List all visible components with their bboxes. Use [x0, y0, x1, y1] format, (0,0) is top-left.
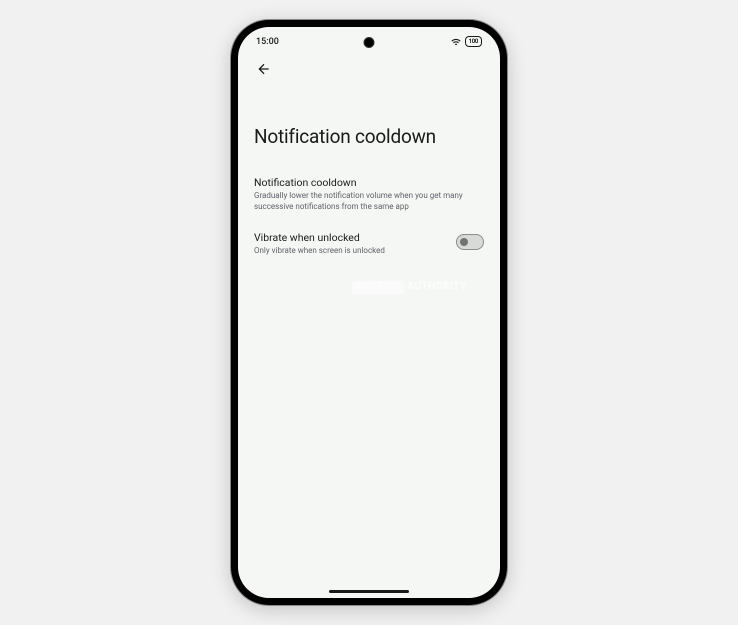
camera-notch: [364, 37, 375, 48]
status-right: 100: [451, 36, 482, 47]
vibrate-toggle[interactable]: [456, 234, 484, 250]
toggle-knob: [460, 238, 468, 246]
setting-text: Notification cooldown Gradually lower th…: [254, 176, 484, 213]
app-header: [238, 51, 500, 87]
status-time: 15:00: [256, 37, 279, 47]
setting-description: Gradually lower the notification volume …: [254, 191, 484, 213]
back-button[interactable]: [252, 57, 276, 81]
wifi-icon: [451, 37, 461, 47]
phone-frame: 15:00 100 Notification cooldown Notifica…: [231, 20, 507, 605]
setting-title: Notification cooldown: [254, 176, 484, 189]
watermark: ANDROID AUTHORITY: [352, 281, 467, 294]
page-title: Notification cooldown: [254, 125, 484, 148]
setting-title: Vibrate when unlocked: [254, 231, 444, 244]
screen: 15:00 100 Notification cooldown Notifica…: [238, 27, 500, 598]
watermark-left: ANDROID: [352, 281, 405, 294]
setting-text: Vibrate when unlocked Only vibrate when …: [254, 231, 444, 257]
title-section: Notification cooldown: [238, 87, 500, 168]
watermark-right: AUTHORITY: [407, 281, 467, 294]
navigation-bar[interactable]: [329, 590, 409, 593]
setting-description: Only vibrate when screen is unlocked: [254, 246, 444, 257]
battery-icon: 100: [465, 36, 482, 47]
arrow-back-icon: [256, 61, 272, 77]
setting-notification-cooldown[interactable]: Notification cooldown Gradually lower th…: [238, 168, 500, 223]
setting-vibrate-unlocked[interactable]: Vibrate when unlocked Only vibrate when …: [238, 223, 500, 267]
